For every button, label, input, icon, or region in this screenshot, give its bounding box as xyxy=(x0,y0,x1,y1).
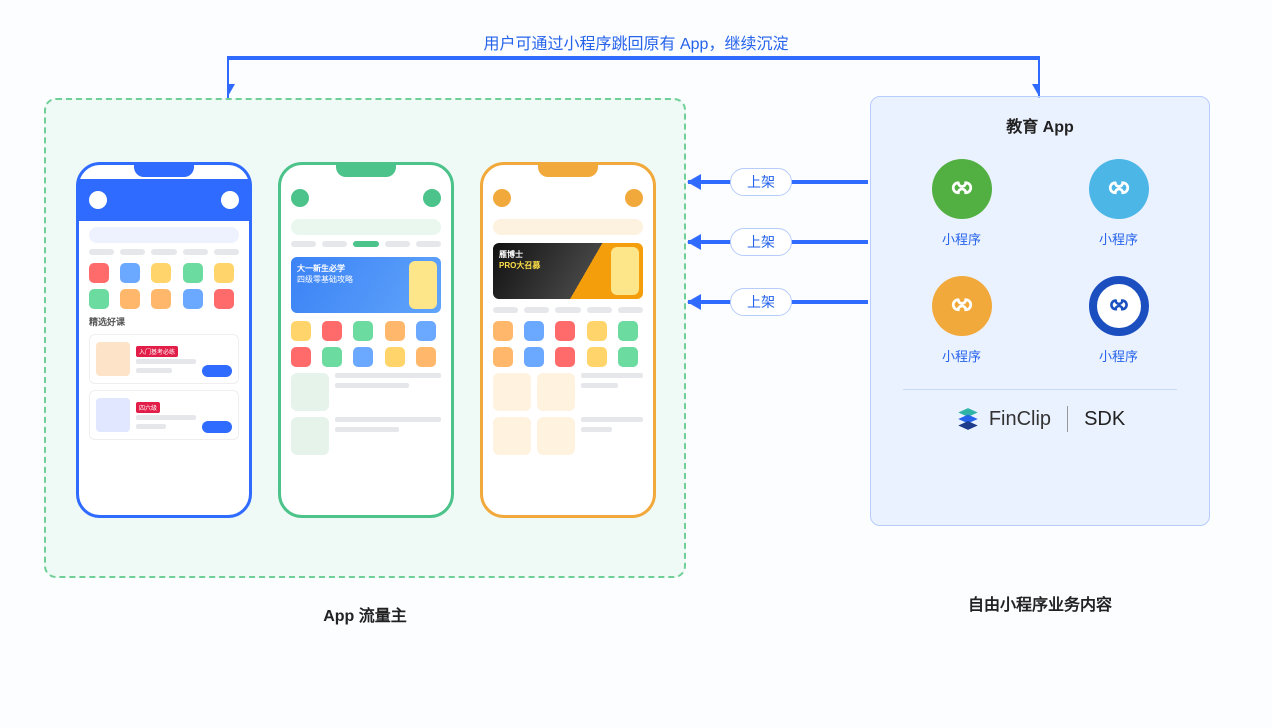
flow-description: 用户可通过小程序跳回原有 App，继续沉淀 xyxy=(484,30,789,54)
publish-label: 上架 xyxy=(730,288,792,316)
app-traffic-owner-container: 精选好课 入门基考必练 四六级 xyxy=(44,98,686,578)
search-bar xyxy=(89,227,239,243)
course-badge: 四六级 xyxy=(136,402,160,413)
miniprogram-item: 小程序 xyxy=(1070,159,1167,248)
separator xyxy=(1067,406,1068,432)
publish-arrow: 上架 xyxy=(688,240,868,244)
education-app-container: 教育 App 小程序 小程序 小程序 小程序 xyxy=(870,96,1210,526)
avatar-icon xyxy=(423,189,441,207)
miniprogram-icon xyxy=(932,276,992,336)
menu-icon xyxy=(291,189,309,207)
course-thumb xyxy=(96,398,130,432)
return-flow-connector xyxy=(227,52,1040,98)
phone-mockup-orange: 雁博士 PRO大召募 xyxy=(480,162,656,518)
banner-portrait xyxy=(409,261,437,309)
enroll-button xyxy=(202,365,232,377)
section-heading: 精选好课 xyxy=(89,315,239,328)
publish-label: 上架 xyxy=(730,228,792,256)
finclip-logo-icon xyxy=(955,406,981,432)
phone-notch xyxy=(336,165,396,177)
content-row xyxy=(493,373,643,411)
divider xyxy=(903,389,1177,390)
miniprogram-item: 小程序 xyxy=(913,276,1010,365)
phone-mockup-green: 大一新生必学 四级零基础攻略 xyxy=(278,162,454,518)
enroll-button xyxy=(202,421,232,433)
service-icon-grid xyxy=(493,321,643,367)
category-tabs xyxy=(493,307,643,315)
miniprogram-icon xyxy=(932,159,992,219)
sdk-text: SDK xyxy=(1084,408,1125,431)
menu-icon xyxy=(89,191,107,209)
phone-notch xyxy=(134,165,194,177)
publish-arrows: 上架 上架 上架 xyxy=(688,180,868,360)
left-section-title: App 流量主 xyxy=(323,602,407,626)
publish-arrow: 上架 xyxy=(688,180,868,184)
miniprogram-item: 小程序 xyxy=(913,159,1010,248)
course-badge: 入门基考必练 xyxy=(136,346,178,357)
avatar-icon xyxy=(221,191,239,209)
phone-header xyxy=(79,179,249,221)
finclip-brand-text: FinClip xyxy=(989,408,1051,431)
search-bar xyxy=(291,219,441,235)
course-thumb xyxy=(96,342,130,376)
miniprogram-label: 小程序 xyxy=(1099,229,1138,248)
content-row xyxy=(493,417,643,455)
service-icon-grid xyxy=(89,263,239,309)
sdk-brand-row: FinClip SDK xyxy=(895,406,1185,432)
banner-portrait xyxy=(611,247,639,295)
course-card: 四六级 xyxy=(89,390,239,440)
phone-header xyxy=(483,183,653,213)
miniprogram-grid: 小程序 小程序 小程序 小程序 xyxy=(895,153,1185,377)
menu-icon xyxy=(493,189,511,207)
publish-arrow: 上架 xyxy=(688,300,868,304)
phone-mockup-blue: 精选好课 入门基考必练 四六级 xyxy=(76,162,252,518)
promo-banner: 雁博士 PRO大召募 xyxy=(493,243,643,299)
category-tabs xyxy=(89,249,239,257)
right-section-title: 自由小程序业务内容 xyxy=(968,591,1112,615)
miniprogram-label: 小程序 xyxy=(942,229,981,248)
category-tabs xyxy=(291,241,441,249)
finclip-logo: FinClip xyxy=(955,406,1051,432)
service-icon-grid xyxy=(291,321,441,367)
publish-label: 上架 xyxy=(730,168,792,196)
right-box-title: 教育 App xyxy=(895,113,1185,137)
content-row xyxy=(291,417,441,455)
course-card: 入门基考必练 xyxy=(89,334,239,384)
content-row xyxy=(291,373,441,411)
miniprogram-icon xyxy=(1089,276,1149,336)
avatar-icon xyxy=(625,189,643,207)
miniprogram-icon xyxy=(1089,159,1149,219)
promo-banner: 大一新生必学 四级零基础攻略 xyxy=(291,257,441,313)
miniprogram-label: 小程序 xyxy=(942,346,981,365)
miniprogram-label: 小程序 xyxy=(1099,346,1138,365)
phone-notch xyxy=(538,165,598,177)
phone-header xyxy=(281,183,451,213)
miniprogram-item: 小程序 xyxy=(1070,276,1167,365)
search-bar xyxy=(493,219,643,235)
active-tab xyxy=(353,241,378,247)
phone-mockups: 精选好课 入门基考必练 四六级 xyxy=(76,162,656,518)
